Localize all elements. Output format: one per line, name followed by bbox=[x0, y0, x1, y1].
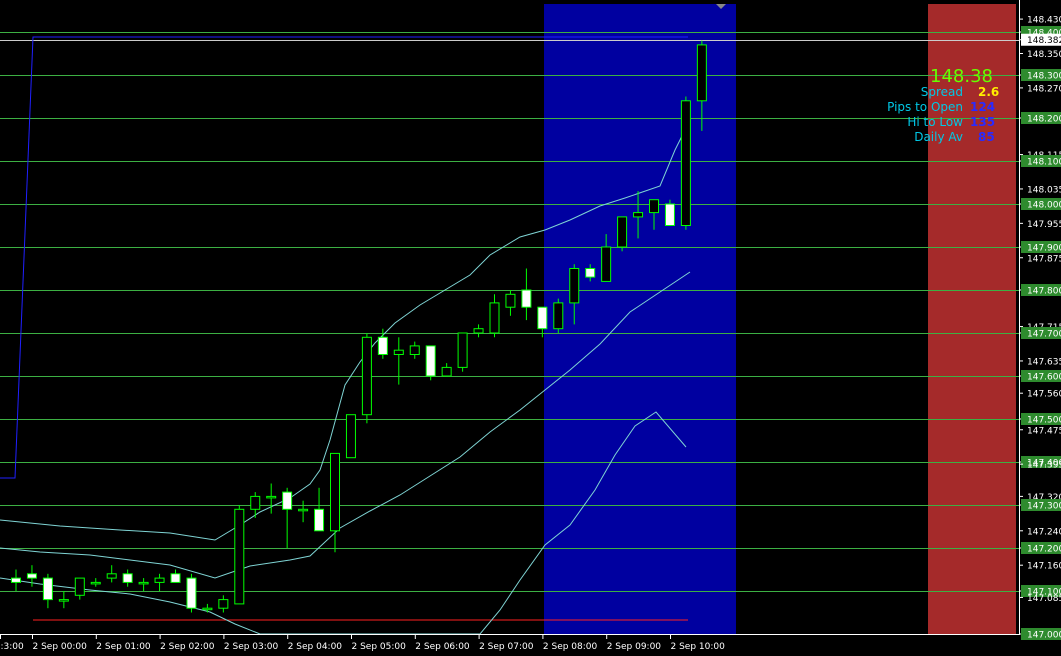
y-axis-label: 147.900 bbox=[1027, 244, 1061, 254]
candle-body bbox=[218, 599, 229, 609]
daily-av-value: 85 bbox=[978, 130, 995, 144]
x-axis-label: 2 Sep 07:00 bbox=[479, 642, 534, 652]
candle-body bbox=[58, 599, 69, 602]
y-axis-label: 148.300 bbox=[1027, 72, 1061, 82]
candle-body bbox=[537, 306, 548, 330]
candle-body bbox=[42, 577, 53, 601]
candle-body bbox=[585, 268, 596, 278]
candle-body bbox=[282, 491, 293, 510]
y-axis-label: 147.240 bbox=[1027, 527, 1061, 537]
y-axis-label: 147.955 bbox=[1027, 220, 1061, 230]
y-axis-label: 147.500 bbox=[1027, 416, 1061, 426]
session-band bbox=[544, 4, 736, 634]
candle-body bbox=[664, 203, 675, 226]
x-axis-label: :3:00 bbox=[1, 642, 25, 652]
current-price-display: 148.38 bbox=[930, 66, 993, 87]
y-axis-label: 147.800 bbox=[1027, 287, 1061, 297]
hi-to-low-value: 135 bbox=[970, 115, 996, 129]
y-axis-label: 147.635 bbox=[1027, 357, 1061, 367]
y-axis-label: 148.035 bbox=[1027, 185, 1061, 195]
price-chart[interactable]: 148.430148.400148.382148.350148.300148.2… bbox=[0, 0, 1061, 656]
candle-body bbox=[154, 577, 165, 583]
x-axis-label: 2 Sep 10:00 bbox=[671, 642, 726, 652]
y-axis-label: 147.875 bbox=[1027, 254, 1061, 264]
pips-to-open-label: Pips to Open bbox=[887, 100, 963, 114]
y-axis-label: 148.100 bbox=[1027, 158, 1061, 168]
chart-background bbox=[0, 0, 1061, 656]
candle-body bbox=[11, 577, 21, 583]
candle-body bbox=[441, 366, 452, 377]
candle-body bbox=[330, 452, 340, 532]
y-axis-label: 147.560 bbox=[1027, 390, 1061, 400]
x-axis-label: 2 Sep 08:00 bbox=[543, 642, 598, 652]
candle-body bbox=[521, 289, 532, 308]
candle-body bbox=[250, 495, 261, 510]
candle-body bbox=[26, 573, 37, 579]
candle-body bbox=[361, 336, 372, 416]
y-axis-label: 147.085 bbox=[1027, 594, 1061, 604]
spread-value: 2.6 bbox=[978, 85, 1000, 99]
daily-av-label: Daily Av bbox=[914, 130, 963, 144]
y-axis-label: 147.700 bbox=[1027, 330, 1061, 340]
candle-body bbox=[393, 349, 404, 356]
candle-body bbox=[377, 336, 388, 355]
candle-body bbox=[425, 345, 436, 377]
pips-to-open-value: 124 bbox=[970, 100, 996, 114]
y-axis-label: 147.600 bbox=[1027, 373, 1061, 383]
x-axis-label: 2 Sep 03:00 bbox=[224, 642, 279, 652]
y-axis-label: 148.000 bbox=[1027, 201, 1061, 211]
candle-body bbox=[202, 607, 213, 611]
candle-body bbox=[601, 246, 612, 282]
candle-body bbox=[696, 44, 707, 102]
y-axis-label: 147.395 bbox=[1027, 461, 1061, 471]
y-axis-label: 147.000 bbox=[1027, 631, 1061, 641]
candle-body bbox=[680, 100, 691, 226]
candle-body bbox=[505, 293, 516, 308]
x-axis-label: 2 Sep 06:00 bbox=[415, 642, 470, 652]
candle-body bbox=[122, 573, 133, 583]
candle-body bbox=[90, 581, 101, 585]
spread-label: Spread bbox=[920, 85, 963, 99]
candle-body bbox=[473, 328, 484, 334]
y-axis-label: 147.475 bbox=[1027, 426, 1061, 436]
candle-body bbox=[314, 508, 325, 532]
x-axis-label: 2 Sep 09:00 bbox=[607, 642, 662, 652]
candle-body bbox=[106, 573, 117, 579]
y-axis-label: 148.430 bbox=[1027, 16, 1061, 26]
y-axis-label: 148.382 bbox=[1027, 36, 1061, 46]
candle-body bbox=[409, 345, 420, 355]
y-axis-label: 147.300 bbox=[1027, 502, 1061, 512]
x-axis-label: 2 Sep 00:00 bbox=[33, 642, 88, 652]
candle-body bbox=[138, 581, 149, 585]
y-axis-label: 147.200 bbox=[1027, 545, 1061, 555]
x-axis-label: 2 Sep 01:00 bbox=[96, 642, 151, 652]
candle-body bbox=[74, 577, 85, 596]
y-axis-label: 148.200 bbox=[1027, 115, 1061, 125]
candle-body bbox=[569, 268, 580, 304]
candle-body bbox=[186, 577, 197, 609]
x-axis-label: 2 Sep 05:00 bbox=[352, 642, 407, 652]
candle-body bbox=[345, 414, 356, 459]
candle-body bbox=[489, 302, 500, 334]
y-axis-label: 148.350 bbox=[1027, 50, 1061, 60]
candle-body bbox=[266, 495, 277, 499]
y-axis-label: 148.270 bbox=[1027, 84, 1061, 94]
candle-body bbox=[170, 573, 181, 583]
candle-body bbox=[234, 508, 245, 605]
candle-body bbox=[298, 508, 309, 512]
candle-body bbox=[553, 302, 564, 330]
x-axis-label: 2 Sep 04:00 bbox=[288, 642, 343, 652]
candle-body bbox=[633, 212, 644, 218]
y-axis-label: 147.160 bbox=[1027, 562, 1061, 572]
candle-body bbox=[617, 216, 628, 248]
candle-body bbox=[649, 199, 659, 214]
hi-to-low-label: Hi to Low bbox=[907, 115, 963, 129]
x-axis-label: 2 Sep 02:00 bbox=[160, 642, 215, 652]
candle-body bbox=[457, 332, 468, 368]
